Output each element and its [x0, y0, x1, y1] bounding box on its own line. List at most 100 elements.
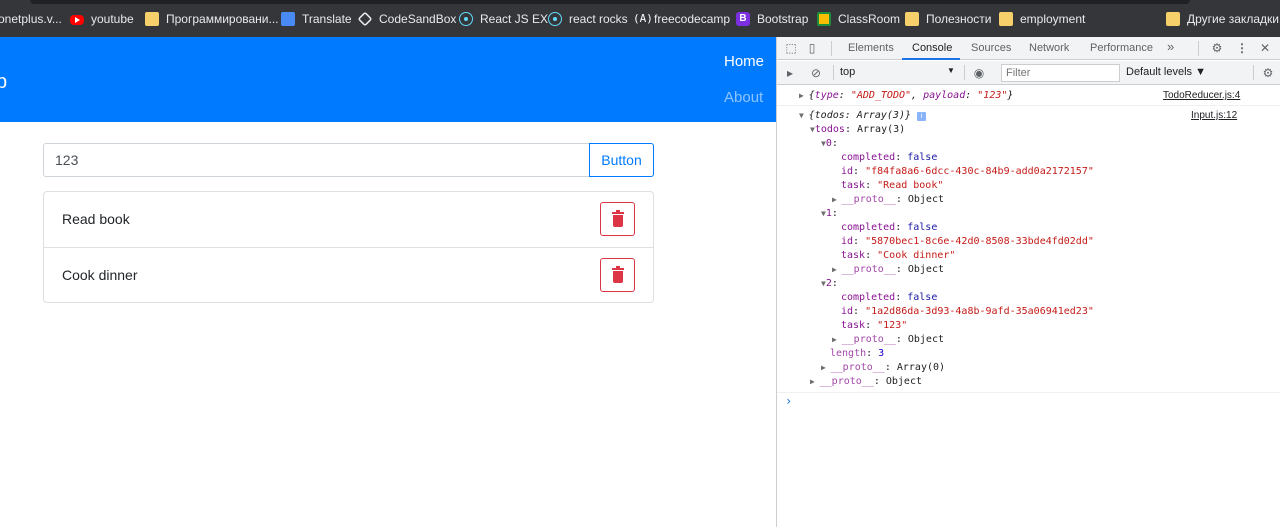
bookmark-item[interactable]: react rocks	[548, 11, 628, 27]
divider	[964, 65, 965, 80]
info-icon: i	[917, 112, 927, 121]
bookmark-label: youtube	[91, 12, 134, 26]
bookmark-item[interactable]: Полезности	[905, 11, 991, 27]
bookmark-item[interactable]: CodeSandBox	[357, 11, 457, 27]
todo-app: p Home About Button Read book Cook dinne…	[0, 37, 776, 527]
console-toolbar: ▸ ⊘ top ▼ ◉ Default levels ▼ ⚙	[777, 61, 1280, 85]
inspect-element-icon[interactable]: ⬚	[784, 41, 798, 55]
bootstrap-icon: B	[736, 12, 750, 26]
bookmark-label: react rocks	[569, 12, 628, 26]
object-key: payload	[923, 90, 966, 101]
gear-icon[interactable]: ⚙	[1210, 41, 1224, 55]
bookmark-label: Bootstrap	[757, 12, 809, 26]
context-selector[interactable]: top	[840, 66, 855, 78]
trash-icon	[612, 210, 624, 227]
bookmark-item[interactable]: ClassRoom	[817, 11, 900, 27]
tree-property: completed: false	[841, 222, 938, 233]
gear-icon[interactable]: ⚙	[1261, 66, 1275, 80]
bookmark-label: freecodecamp	[654, 12, 731, 26]
add-todo-button[interactable]: Button	[589, 143, 654, 177]
device-toolbar-icon[interactable]: ▯	[805, 41, 819, 55]
delete-button[interactable]	[600, 202, 635, 236]
expand-arrow-icon[interactable]: ▶	[832, 335, 842, 344]
console-message[interactable]: ▼ {todos: Array(3)} i	[799, 109, 927, 123]
tree-property: task: "Cook dinner"	[841, 250, 956, 261]
youtube-icon	[70, 15, 84, 25]
more-tabs-icon[interactable]: »	[1167, 39, 1174, 54]
object-value: "123"	[977, 90, 1008, 101]
navbar-brand[interactable]: p	[0, 71, 7, 93]
todo-input[interactable]	[43, 143, 590, 177]
expand-arrow-icon[interactable]: ▶	[799, 91, 809, 100]
expand-arrow-icon[interactable]: ▶	[832, 195, 842, 204]
list-item: Read book	[44, 192, 653, 247]
expand-arrow-icon[interactable]: ▶	[821, 363, 831, 372]
todo-task: Read book	[62, 211, 130, 227]
bookmark-label: CodeSandBox	[379, 12, 457, 26]
todo-task: Cook dinner	[62, 267, 138, 283]
devtools-tabbar: ⬚ ▯ Elements Console Sources Network Per…	[777, 37, 1280, 60]
bookmark-item[interactable]: B Bootstrap	[736, 11, 808, 27]
tab-sources[interactable]: Sources	[971, 42, 1011, 54]
bookmark-item[interactable]: employment	[999, 11, 1085, 27]
bookmark-item[interactable]: Translate	[281, 11, 352, 27]
console-output: ▶ {type: "ADD_TODO", payload: "123"} Tod…	[777, 86, 1280, 527]
tab-elements[interactable]: Elements	[848, 42, 894, 54]
bookmark-label: Другие закладки	[1187, 12, 1279, 26]
eye-icon[interactable]: ◉	[972, 66, 986, 80]
sidebar-toggle-icon[interactable]: ▸	[783, 66, 797, 80]
console-message[interactable]: ▶ {type: "ADD_TODO", payload: "123"}	[799, 89, 1013, 103]
expand-arrow-icon[interactable]: ▶	[832, 265, 842, 274]
bookmark-label: employment	[1020, 12, 1086, 26]
list-item: Cook dinner	[44, 247, 653, 302]
folder-icon	[145, 12, 159, 26]
filter-input[interactable]	[1001, 64, 1120, 82]
kebab-menu-icon[interactable]: ⋮	[1235, 41, 1249, 55]
bookmark-label: Полезности	[926, 12, 992, 26]
tree-property: id: "5870bec1-8c6e-42d0-8508-33bde4fd02d…	[841, 236, 1094, 247]
bookmark-label: ClassRoom	[838, 12, 901, 26]
bookmark-item[interactable]: Другие закладки	[1166, 11, 1279, 27]
bookmark-item[interactable]: (A) freecodecamp	[633, 11, 730, 27]
bookmark-label: React JS EX	[480, 12, 549, 26]
expand-arrow-icon[interactable]: ▶	[810, 377, 820, 386]
tree-node[interactable]: ▼2:	[821, 277, 838, 291]
tree-property: id: "f84fa8a6-6dcc-430c-84b9-add0a217215…	[841, 166, 1094, 177]
translate-icon	[281, 12, 295, 26]
folder-icon	[905, 12, 919, 26]
tree-node[interactable]: ▶ __proto__: Array(0)	[821, 361, 945, 375]
devtools-panel: ⬚ ▯ Elements Console Sources Network Per…	[776, 37, 1280, 527]
folder-icon	[1166, 12, 1180, 26]
nav-link-about[interactable]: About	[724, 89, 763, 106]
nav-link-home[interactable]: Home	[724, 53, 764, 70]
delete-button[interactable]	[600, 258, 635, 292]
tree-node[interactable]: ▼0:	[821, 137, 838, 151]
clear-console-icon[interactable]: ⊘	[809, 66, 823, 80]
tab-network[interactable]: Network	[1029, 42, 1069, 54]
tree-node[interactable]: ▶ __proto__: Object	[832, 263, 944, 277]
navbar: p Home About	[0, 37, 776, 122]
tree-node[interactable]: ▶ __proto__: Object	[832, 333, 944, 347]
console-prompt-icon[interactable]: ›	[785, 394, 792, 408]
active-tab-indicator	[902, 58, 960, 60]
tree-node[interactable]: ▼todos: Array(3)	[810, 123, 905, 137]
log-levels-dropdown[interactable]: Default levels ▼	[1126, 66, 1206, 78]
codesandbox-icon	[357, 11, 373, 27]
tab-console[interactable]: Console	[912, 42, 952, 54]
bookmark-item[interactable]: youtube	[70, 11, 134, 27]
tree-node[interactable]: ▼1:	[821, 207, 838, 221]
divider	[777, 105, 1280, 106]
tree-property: completed: false	[841, 152, 938, 163]
tree-node[interactable]: ▶ __proto__: Object	[810, 375, 922, 389]
bookmark-item[interactable]: onetplus.v...	[0, 11, 62, 27]
source-link[interactable]: TodoReducer.js:4	[1163, 90, 1240, 101]
tab-performance[interactable]: Performance	[1090, 42, 1153, 54]
tree-node[interactable]: ▶ __proto__: Object	[832, 193, 944, 207]
folder-icon	[999, 12, 1013, 26]
collapse-arrow-icon[interactable]: ▼	[799, 111, 809, 120]
bookmark-item[interactable]: React JS EX	[459, 11, 548, 27]
divider	[777, 392, 1280, 393]
source-link[interactable]: Input.js:12	[1191, 110, 1237, 121]
bookmark-item[interactable]: Программировани...	[145, 11, 279, 27]
close-icon[interactable]: ✕	[1258, 41, 1272, 55]
